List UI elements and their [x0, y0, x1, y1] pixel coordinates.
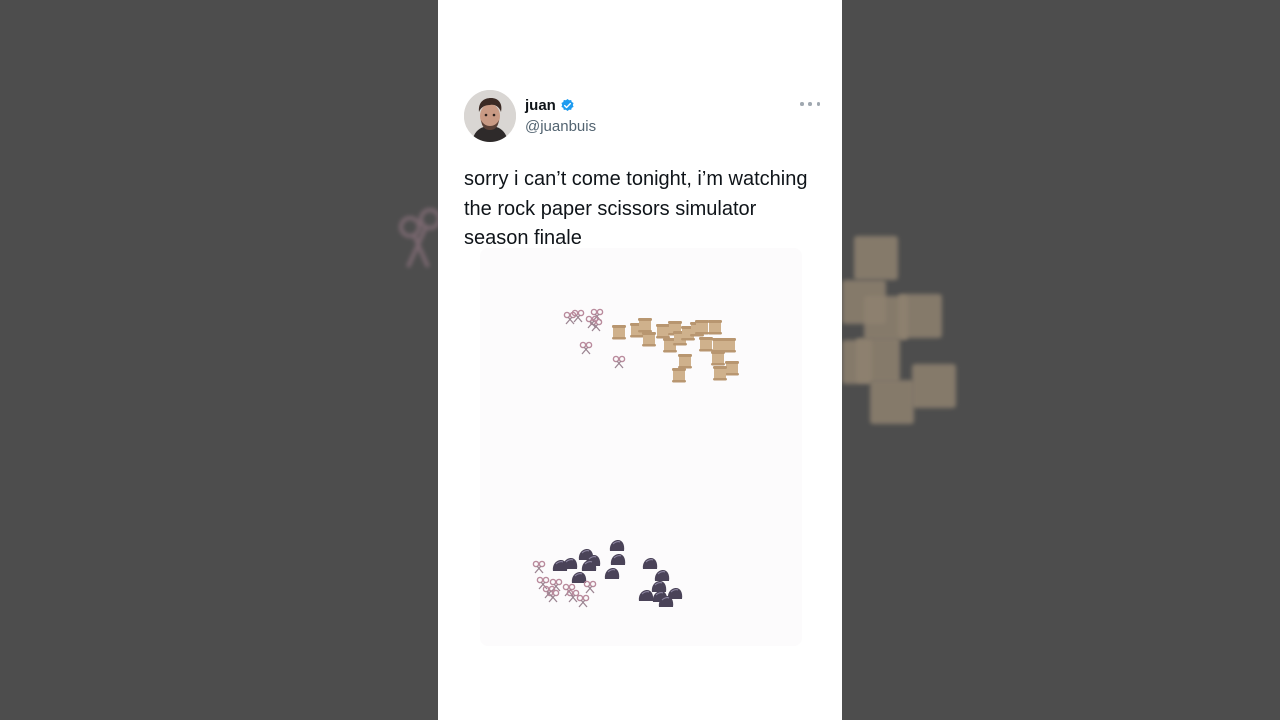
blurred-paper-icon	[842, 340, 872, 384]
rock-paper-scissors-simulation	[532, 308, 739, 608]
avatar-photo-icon	[464, 90, 516, 142]
tweet-text: sorry i can’t come tonight, i’m watching…	[464, 168, 808, 249]
blurred-paper-icon	[854, 236, 898, 280]
blurred-paper-icon	[898, 294, 942, 338]
blurred-backdrop-right	[842, 0, 1280, 720]
author-name-row: juan	[525, 97, 575, 114]
author-handle[interactable]: @juanbuis	[525, 118, 596, 135]
more-options-icon[interactable]	[800, 96, 820, 112]
tweet-card: juan @juanbuis sorry i can’t come tonigh…	[438, 0, 842, 720]
author-display-name[interactable]: juan	[525, 97, 556, 114]
verified-badge-icon	[561, 98, 574, 111]
avatar[interactable]	[464, 90, 516, 142]
video-frame: juan @juanbuis sorry i can’t come tonigh…	[0, 0, 1280, 720]
blurred-backdrop-left	[0, 0, 438, 720]
tweet-header: juan @juanbuis	[464, 90, 820, 144]
blurred-paper-icon	[870, 380, 914, 424]
blurred-paper-icon	[912, 364, 956, 408]
blurred-scissors-icon	[399, 208, 438, 268]
tweet-media[interactable]	[480, 248, 802, 646]
